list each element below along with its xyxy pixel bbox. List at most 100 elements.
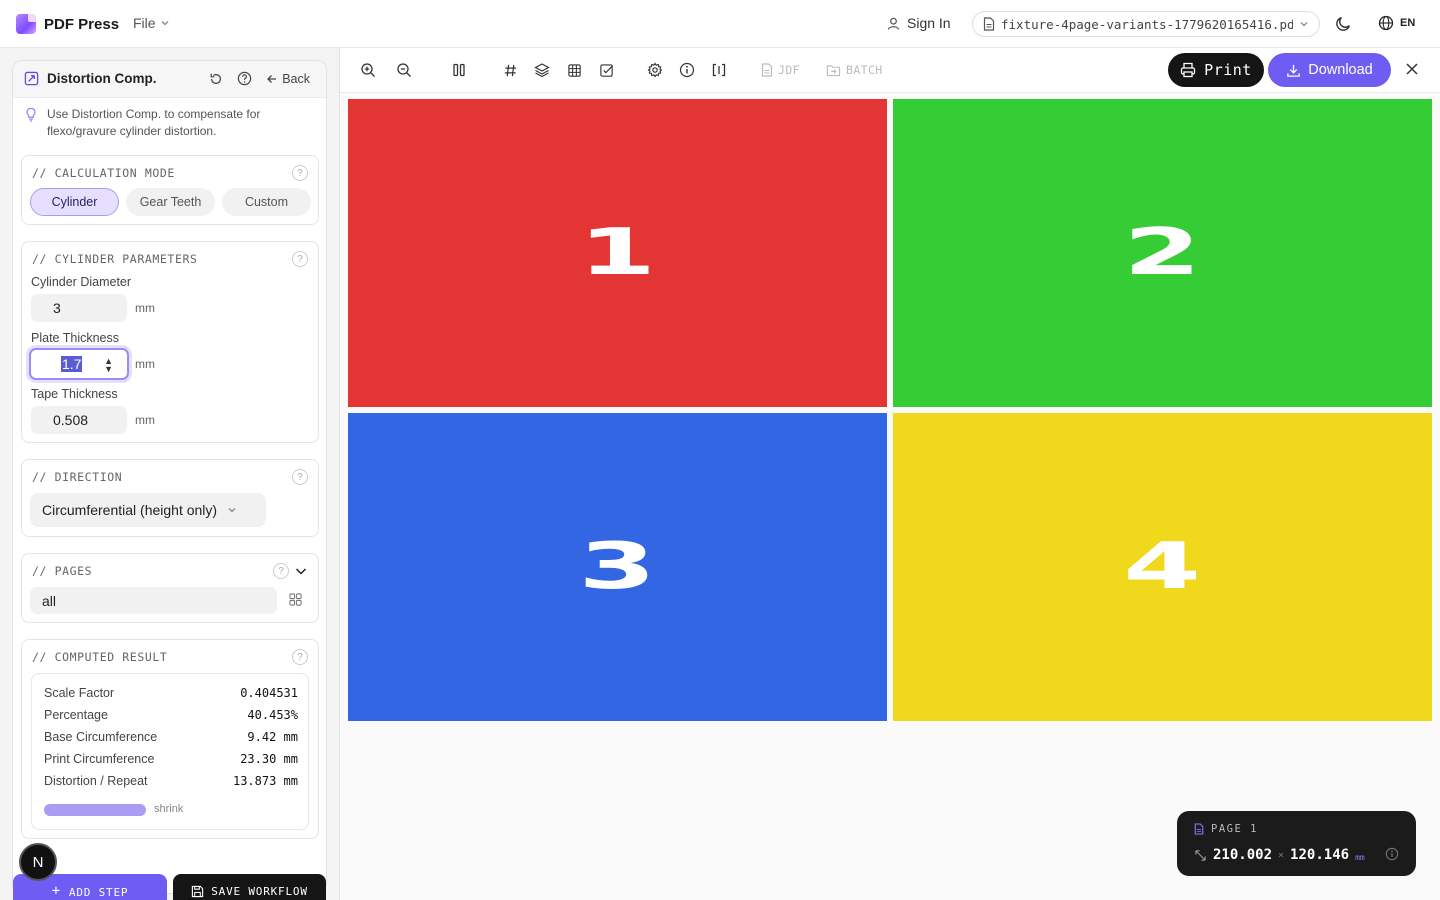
- mode-custom-button[interactable]: Custom: [222, 188, 311, 216]
- cylinder-diameter-input[interactable]: 3: [31, 294, 127, 322]
- result-row: Print Circumference 23.30 mm: [44, 752, 298, 766]
- brackets-icon: [712, 63, 726, 77]
- help-icon[interactable]: ?: [292, 251, 308, 267]
- jdf-button[interactable]: JDF: [761, 63, 800, 77]
- section-title: // COMPUTED RESULT: [32, 650, 168, 664]
- info-button[interactable]: [678, 61, 696, 79]
- section-title: // PAGES: [32, 564, 93, 578]
- sign-in-button[interactable]: Sign In: [886, 15, 951, 31]
- result-row: Percentage 40.453%: [44, 708, 298, 722]
- table-grid-icon: [567, 63, 581, 77]
- page-number: 4: [1123, 530, 1202, 604]
- save-workflow-button[interactable]: SAVE WORKFLOW: [173, 874, 326, 900]
- print-button[interactable]: Print: [1168, 53, 1264, 87]
- panel-header-actions: Back: [209, 71, 310, 86]
- result-box: Scale Factor 0.404531 Percentage 40.453% B…: [31, 673, 309, 830]
- chevron-down-icon: [228, 508, 236, 513]
- result-label: Distortion / Repeat: [44, 774, 148, 788]
- file-menu[interactable]: File: [133, 15, 170, 31]
- compare-button[interactable]: [710, 61, 728, 79]
- batch-button[interactable]: BATCH: [826, 63, 883, 77]
- close-button[interactable]: [1404, 61, 1420, 82]
- layers-icon: [534, 63, 550, 78]
- user-icon: [887, 17, 900, 30]
- language-button[interactable]: EN: [1378, 15, 1415, 31]
- download-button[interactable]: Download: [1268, 53, 1391, 87]
- back-label: Back: [282, 71, 310, 86]
- computed-result-section: // COMPUTED RESULT ? Scale Factor 0.40453…: [21, 639, 319, 839]
- pdf-page[interactable]: 3: [348, 413, 887, 721]
- section-title: // CYLINDER PARAMETERS: [32, 252, 198, 266]
- sign-in-label: Sign In: [907, 15, 951, 31]
- pages-input[interactable]: all: [30, 587, 277, 614]
- result-label: Print Circumference: [44, 752, 155, 766]
- checkbox-button[interactable]: [597, 61, 615, 79]
- settings-button[interactable]: [646, 61, 664, 79]
- help-circle-icon[interactable]: [237, 71, 252, 86]
- page-height: 120.146: [1290, 847, 1350, 863]
- chevron-down-icon[interactable]: [295, 565, 307, 577]
- result-value: 9.42 mm: [247, 730, 298, 744]
- page-number: 2: [1123, 216, 1202, 290]
- mode-options: Cylinder Gear Teeth Custom: [30, 188, 311, 216]
- save-workflow-label: SAVE WORKFLOW: [211, 885, 308, 898]
- plate-thickness-input[interactable]: 1.7 ▲ ▼: [29, 348, 129, 380]
- section-title: // CALCULATION MODE: [32, 166, 175, 180]
- mode-cylinder-button[interactable]: Cylinder: [30, 188, 119, 216]
- batch-label: BATCH: [846, 63, 883, 77]
- page-info-panel: PAGE 1 210.002 × 120.146 mm: [1177, 811, 1416, 876]
- result-value: 13.873 mm: [232, 774, 298, 788]
- info-icon: [679, 62, 695, 78]
- dev-badge[interactable]: N: [19, 843, 57, 881]
- zoom-in-button[interactable]: [359, 61, 377, 79]
- chevron-down-icon: [1300, 22, 1308, 27]
- dimension-separator: ×: [1278, 849, 1285, 861]
- calculation-mode-section: // CALCULATION MODE ? Cylinder Gear Teet…: [21, 155, 319, 225]
- page-numbers-button[interactable]: [501, 61, 519, 79]
- tape-thickness-input[interactable]: 0.508: [31, 406, 127, 434]
- hint-text: Use Distortion Comp. to compensate for f…: [47, 107, 261, 138]
- globe-icon: [1378, 15, 1394, 31]
- stepper-icon[interactable]: ▲ ▼: [104, 357, 113, 374]
- jdf-label: JDF: [778, 63, 800, 77]
- result-label: Percentage: [44, 708, 108, 722]
- tape-thickness-value: 0.508: [53, 412, 89, 428]
- layers-button[interactable]: [533, 61, 551, 79]
- help-icon[interactable]: ?: [292, 469, 308, 485]
- result-label: Base Circumference: [44, 730, 158, 744]
- reset-icon[interactable]: [209, 72, 223, 86]
- add-step-label: ADD STEP: [68, 886, 129, 899]
- zoom-out-button[interactable]: [395, 61, 413, 79]
- page-info-label: PAGE 1: [1194, 823, 1258, 835]
- pages-section: // PAGES ? all: [21, 553, 319, 623]
- grid-icon[interactable]: [289, 593, 302, 606]
- file-selector[interactable]: fixture-4page-variants-1779620165416.pdf: [972, 11, 1320, 37]
- back-button[interactable]: Back: [266, 72, 310, 86]
- app-logo[interactable]: PDF Press: [16, 14, 119, 34]
- moon-icon: [1336, 16, 1351, 31]
- viewer-toolbar: JDF BATCH Print Download: [340, 48, 1440, 93]
- top-bar: PDF Press File Sign In fixture-4page-var…: [0, 0, 1440, 48]
- zoom-out-icon: [397, 63, 411, 77]
- cylinder-parameters-section: // CYLINDER PARAMETERS ? Cylinder Diamet…: [21, 241, 319, 443]
- theme-toggle-button[interactable]: [1335, 15, 1352, 37]
- columns-view-button[interactable]: [450, 61, 468, 79]
- help-icon[interactable]: ?: [273, 563, 289, 579]
- mode-gear-teeth-button[interactable]: Gear Teeth: [126, 188, 215, 216]
- tool-panel: Distortion Comp. Back Use Distortion Com…: [0, 48, 340, 900]
- lightbulb-icon: [26, 107, 36, 122]
- file-name: fixture-4page-variants-1779620165416.pdf: [1001, 16, 1293, 32]
- plate-thickness-label: Plate Thickness: [31, 331, 120, 345]
- grid-view-button[interactable]: [565, 61, 583, 79]
- info-icon: [1385, 847, 1399, 861]
- panel-title-text: Distortion Comp.: [47, 71, 157, 86]
- help-icon[interactable]: ?: [292, 165, 308, 181]
- columns-icon: [453, 63, 465, 77]
- pdf-page[interactable]: 1: [348, 99, 887, 407]
- pdf-page[interactable]: 4: [893, 413, 1432, 721]
- direction-select[interactable]: Circumferential (height only): [30, 493, 266, 527]
- help-icon[interactable]: ?: [292, 649, 308, 665]
- pdf-page[interactable]: 2: [893, 99, 1432, 407]
- page-info-button[interactable]: [1385, 847, 1399, 866]
- arrow-left-icon: [267, 74, 277, 83]
